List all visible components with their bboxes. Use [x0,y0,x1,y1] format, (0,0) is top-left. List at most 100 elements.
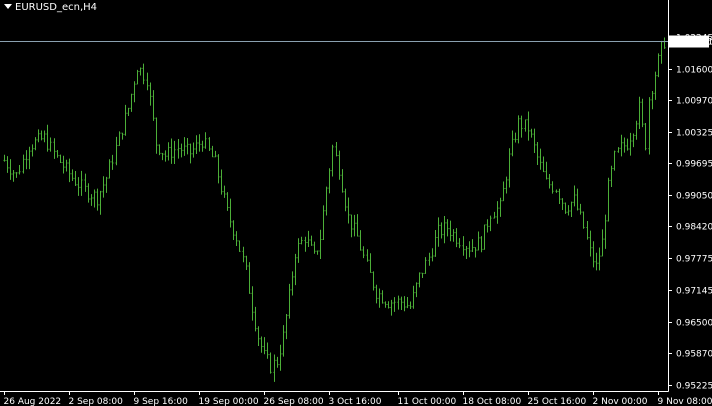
ohlc-bar [288,283,291,319]
ohlc-bar [372,271,375,291]
symbol-label: EURUSD_ecn,H4 [15,2,98,13]
ohlc-bar [22,154,25,174]
ohlc-bar [651,91,654,110]
y-tick: 1.00325 [668,129,712,139]
ohlc-bar [232,220,235,240]
ohlc-bar [421,272,424,278]
ohlc-bar [282,325,285,357]
ohlc-bar [589,230,592,257]
dropdown-triangle-icon[interactable] [4,4,12,9]
ohlc-bar [607,177,610,222]
ohlc-bar [130,93,133,112]
ohlc-bar [307,230,310,248]
y-tick: 0.96500 [668,319,712,329]
ohlc-bar [362,246,365,259]
ohlc-bar [62,155,65,174]
ohlc-bar [378,288,381,308]
ohlc-bar [180,143,183,158]
x-tick: 18 Oct 08:00 [463,391,521,406]
ohlc-bar [533,128,536,153]
ohlc-bar [257,326,260,347]
y-tick-label: 0.95870 [676,350,712,360]
ohlc-bar [155,117,158,154]
ohlc-bar [520,115,523,138]
ohlc-bar [415,282,418,298]
x-tick: 19 Sep 00:00 [199,391,259,406]
ohlc-bar [183,137,186,156]
x-tick-label: 3 Oct 16:00 [329,397,382,406]
ohlc-bar [204,132,207,149]
ohlc-bar [214,150,217,158]
ohlc-bar [186,138,189,155]
ohlc-bar [369,253,372,274]
ohlc-bar [524,119,527,132]
ohlc-bar [96,188,99,211]
ohlc-bar [87,183,90,203]
ohlc-bar [304,236,307,252]
ohlc-bar [458,238,461,249]
ohlc-bar [486,219,489,233]
current-price-badge: 1.02151 [669,35,712,48]
ohlc-bar [254,306,257,332]
y-tick: 0.95870 [668,350,712,360]
y-tick: 0.97775 [668,255,712,265]
ohlc-bar [648,97,651,155]
ohlc-bar [387,301,390,309]
ohlc-bar [344,188,347,212]
ohlc-bar [146,72,149,91]
ohlc-bar [381,290,384,304]
ohlc-bar [9,159,12,180]
y-tick-label: 0.99695 [676,160,712,170]
y-tick: 0.99695 [668,160,712,170]
chart-window[interactable]: EURUSD_ecn,H4 1.022451.016001.009701.003… [0,0,712,406]
ohlc-bar [579,203,582,215]
ohlc-bar [115,136,118,166]
ohlc-bar [341,169,344,193]
ohlc-bar [641,98,644,128]
ohlc-bar [142,63,145,85]
ohlc-bar [527,111,530,141]
ohlc-bar [331,144,334,177]
ohlc-bar [455,228,458,248]
x-tick-label: 11 Oct 00:00 [398,397,457,406]
ohlc-bar [431,248,434,262]
y-tick-label: 0.99050 [676,192,712,202]
ohlc-bar [335,142,338,157]
ohlc-bar [223,185,226,198]
y-tick: 0.97145 [668,287,712,297]
ohlc-bar [663,37,666,49]
ohlc-bar [508,148,511,188]
x-tick-label: 2 Sep 08:00 [69,397,124,406]
ohlc-bar [403,296,406,312]
ohlc-bar [248,262,251,294]
x-axis-ticks: 26 Aug 2022 2 Sep 08:00 9 Sep 16:00 19 Sep … [4,391,712,406]
ohlc-bar [397,295,400,310]
ohlc-bar [121,132,124,140]
y-axis-ticks: 1.022451.016001.009701.003250.996950.990… [668,34,712,392]
ohlc-bar [623,137,626,153]
y-tick-label: 1.00970 [676,97,712,107]
price-chart[interactable]: 1.022451.016001.009701.003250.996950.990… [0,0,712,406]
ohlc-bar [310,235,313,246]
ohlc-bar [471,239,474,252]
ohlc-bar [49,137,52,152]
ohlc-bar [375,284,378,304]
ohlc-bar [220,169,223,195]
ohlc-bar [242,246,245,263]
ohlc-bar [285,314,288,340]
x-tick: 2 Sep 08:00 [69,391,124,406]
ohlc-bar [245,255,248,271]
ohlc-bar [620,134,623,157]
ohlc-bar [15,172,18,178]
ohlc-bar [613,150,616,171]
symbol-title[interactable]: EURUSD_ecn,H4 [4,2,97,13]
ohlc-bar [105,176,108,193]
ohlc-bar [483,224,486,250]
x-tick: 2 Nov 00:00 [593,391,648,406]
ohlc-bar [660,40,663,64]
ohlc-bar [235,231,238,246]
ohlc-bar [170,138,173,164]
ohlc-bar [25,150,28,170]
x-tick: 3 Oct 16:00 [329,391,382,406]
ohlc-bar [118,131,121,147]
